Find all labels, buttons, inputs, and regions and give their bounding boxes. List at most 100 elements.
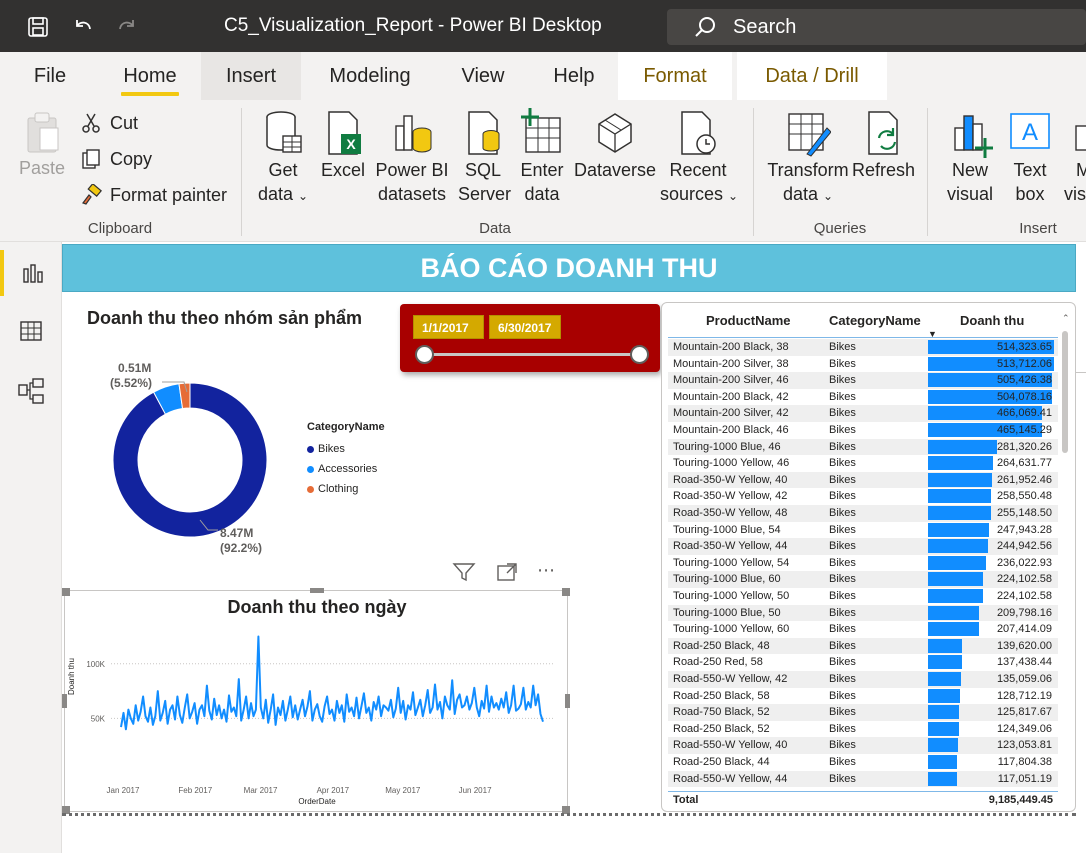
cell-category: Bikes bbox=[829, 656, 856, 669]
cell-product: Mountain-200 Black, 38 bbox=[673, 341, 789, 353]
table-scrollbar[interactable] bbox=[1062, 331, 1068, 453]
legend-item-clothing[interactable]: Clothing bbox=[307, 479, 385, 499]
table-row[interactable]: Road-250 Black, 58 Bikes 128,712.19 bbox=[668, 688, 1058, 705]
resize-handle[interactable] bbox=[562, 588, 570, 596]
table-row[interactable]: Touring-1000 Blue, 50 Bikes 209,798.16 bbox=[668, 604, 1058, 622]
line-chart-visual[interactable]: Doanh thu theo ngày 100K 50K Jan 2017 Feb 2… bbox=[64, 590, 568, 812]
slicer-start-date[interactable]: 1/1/2017 bbox=[413, 315, 484, 339]
table-row[interactable]: Mountain-200 Silver, 42 Bikes 466,069.41 bbox=[668, 405, 1058, 422]
legend-dot bbox=[307, 465, 314, 473]
dataverse-button[interactable]: Dataverse bbox=[574, 108, 656, 182]
table-row[interactable]: Mountain-200 Black, 38 Bikes 514,323.65 bbox=[668, 339, 1058, 356]
table-row[interactable]: Mountain-200 Black, 46 Bikes 465,145.29 bbox=[668, 422, 1058, 439]
tab-file[interactable]: File bbox=[22, 52, 78, 100]
recent-sources-button[interactable]: Recent sources ⌄ bbox=[660, 108, 738, 208]
paste-button[interactable]: Paste bbox=[16, 110, 68, 180]
tab-data-drill[interactable]: Data / Drill bbox=[737, 52, 887, 100]
data-bar bbox=[928, 572, 983, 587]
table-row[interactable]: Road-250 Black, 48 Bikes 139,620.00 bbox=[668, 637, 1058, 655]
x-tick-label: Apr 2017 bbox=[317, 786, 350, 795]
column-header-productname[interactable]: ProductName bbox=[706, 313, 791, 328]
series-line-doanh-thu[interactable] bbox=[120, 635, 544, 731]
table-row[interactable]: Road-550-W Yellow, 42 Bikes 135,059.06 bbox=[668, 671, 1058, 688]
column-header-doanh-thu[interactable]: Doanh thu bbox=[960, 313, 1024, 328]
table-row[interactable]: Road-350-W Yellow, 40 Bikes 261,952.46 bbox=[668, 471, 1058, 489]
data-view-button[interactable] bbox=[0, 308, 62, 354]
new-visual-button[interactable]: New visual bbox=[942, 108, 998, 206]
save-icon[interactable] bbox=[25, 14, 51, 40]
table-row[interactable]: Touring-1000 Blue, 46 Bikes 281,320.26 bbox=[668, 438, 1058, 456]
table-row[interactable]: Road-350-W Yellow, 48 Bikes 255,148.50 bbox=[668, 505, 1058, 522]
undo-icon[interactable] bbox=[70, 14, 96, 40]
table-row[interactable]: Road-250 Red, 58 Bikes 137,438.44 bbox=[668, 654, 1058, 671]
table-row[interactable]: Road-250 Black, 52 Bikes 124,349.06 bbox=[668, 721, 1058, 738]
tab-insert[interactable]: Insert bbox=[201, 52, 301, 100]
tab-home[interactable]: Home bbox=[121, 52, 179, 100]
tab-view[interactable]: View bbox=[448, 52, 518, 100]
get-data-label-2: data ⌄ bbox=[252, 182, 314, 208]
get-data-button[interactable]: Get data ⌄ bbox=[252, 108, 314, 208]
scroll-up-icon[interactable]: ⌃ bbox=[1062, 313, 1070, 324]
copy-button[interactable]: Copy bbox=[78, 146, 152, 172]
resize-handle[interactable] bbox=[565, 694, 570, 708]
transform-label-1: Transform bbox=[767, 160, 849, 180]
table-plus-icon bbox=[521, 108, 561, 153]
format-painter-button[interactable]: Format painter bbox=[78, 182, 227, 208]
excel-button[interactable]: X Excel bbox=[320, 108, 366, 182]
table-row[interactable]: Touring-1000 Yellow, 60 Bikes 207,414.09 bbox=[668, 621, 1058, 638]
more-visuals-button[interactable]: M visu bbox=[1064, 108, 1086, 206]
table-row[interactable]: Road-550-W Yellow, 44 Bikes 117,051.19 bbox=[668, 770, 1058, 788]
resize-handle[interactable] bbox=[62, 588, 70, 596]
enter-data-button[interactable]: Enter data bbox=[516, 108, 568, 206]
cell-product: Road-350-W Yellow, 40 bbox=[673, 473, 788, 486]
resize-handle[interactable] bbox=[310, 588, 324, 593]
slicer-end-date[interactable]: 6/30/2017 bbox=[489, 315, 561, 339]
product-revenue-table[interactable]: ProductName CategoryName ▼ Doanh thu Mou… bbox=[661, 302, 1076, 812]
legend-item-accessories[interactable]: Accessories bbox=[307, 459, 385, 479]
table-row[interactable]: Mountain-200 Black, 42 Bikes 504,078.16 bbox=[668, 389, 1058, 406]
table-row[interactable]: Touring-1000 Yellow, 54 Bikes 236,022.93 bbox=[668, 555, 1058, 572]
sql-server-button[interactable]: SQL Server bbox=[458, 108, 511, 206]
report-view-button[interactable] bbox=[0, 250, 62, 296]
refresh-icon bbox=[868, 111, 898, 155]
tab-modeling[interactable]: Modeling bbox=[315, 52, 425, 100]
sql-label-1: SQL bbox=[464, 160, 502, 180]
cut-button[interactable]: Cut bbox=[78, 110, 138, 136]
cell-category: Bikes bbox=[829, 523, 856, 536]
table-row[interactable]: Touring-1000 Yellow, 50 Bikes 224,102.58 bbox=[668, 588, 1058, 605]
table-row[interactable]: Road-550-W Yellow, 40 Bikes 123,053.81 bbox=[668, 737, 1058, 754]
focus-mode-icon[interactable] bbox=[496, 562, 518, 587]
refresh-button[interactable]: Refresh bbox=[852, 108, 915, 182]
bar-chart-icon bbox=[23, 264, 43, 283]
search-box[interactable]: Search bbox=[667, 9, 1086, 45]
table-row[interactable]: Mountain-200 Silver, 38 Bikes 513,712.06 bbox=[668, 356, 1058, 373]
slicer-start-handle[interactable] bbox=[415, 345, 434, 364]
table-row[interactable]: Road-350-W Yellow, 44 Bikes 244,942.56 bbox=[668, 538, 1058, 555]
legend-item-bikes[interactable]: Bikes bbox=[307, 439, 385, 459]
column-header-categoryname[interactable]: CategoryName bbox=[829, 313, 921, 328]
tab-help[interactable]: Help bbox=[540, 52, 608, 100]
model-view-button[interactable] bbox=[0, 368, 62, 414]
tab-format[interactable]: Format bbox=[618, 52, 732, 100]
table-row[interactable]: Mountain-200 Silver, 46 Bikes 505,426.38 bbox=[668, 372, 1058, 389]
slicer-end-handle[interactable] bbox=[630, 345, 649, 364]
table-row[interactable]: Road-350-W Yellow, 42 Bikes 258,550.48 bbox=[668, 488, 1058, 505]
power-bi-datasets-button[interactable]: Power BI datasets bbox=[374, 108, 450, 206]
table-row[interactable]: Road-750 Black, 52 Bikes 125,817.67 bbox=[668, 704, 1058, 721]
data-bar bbox=[928, 439, 997, 454]
resize-handle[interactable] bbox=[62, 694, 67, 708]
table-row[interactable]: Road-250 Black, 44 Bikes 117,804.38 bbox=[668, 754, 1058, 771]
table-row[interactable]: Touring-1000 Blue, 60 Bikes 224,102.58 bbox=[668, 571, 1058, 588]
table-row[interactable]: Touring-1000 Yellow, 46 Bikes 264,631.77 bbox=[668, 455, 1058, 472]
redo-icon[interactable] bbox=[114, 14, 140, 40]
donut-label-accessories: 0.51M (5.52%) bbox=[110, 361, 152, 391]
cell-product: Road-350-W Yellow, 48 bbox=[673, 507, 788, 519]
cell-category: Bikes bbox=[829, 639, 856, 652]
more-options-icon[interactable]: ⋯ bbox=[537, 560, 556, 581]
table-row[interactable]: Touring-1000 Blue, 54 Bikes 247,943.28 bbox=[668, 522, 1058, 539]
group-separator bbox=[753, 108, 754, 236]
text-box-button[interactable]: A Text box bbox=[1004, 108, 1056, 206]
cell-category: Bikes bbox=[829, 739, 856, 752]
filter-icon[interactable] bbox=[452, 562, 476, 587]
transform-data-button[interactable]: Transform data ⌄ bbox=[766, 108, 850, 208]
